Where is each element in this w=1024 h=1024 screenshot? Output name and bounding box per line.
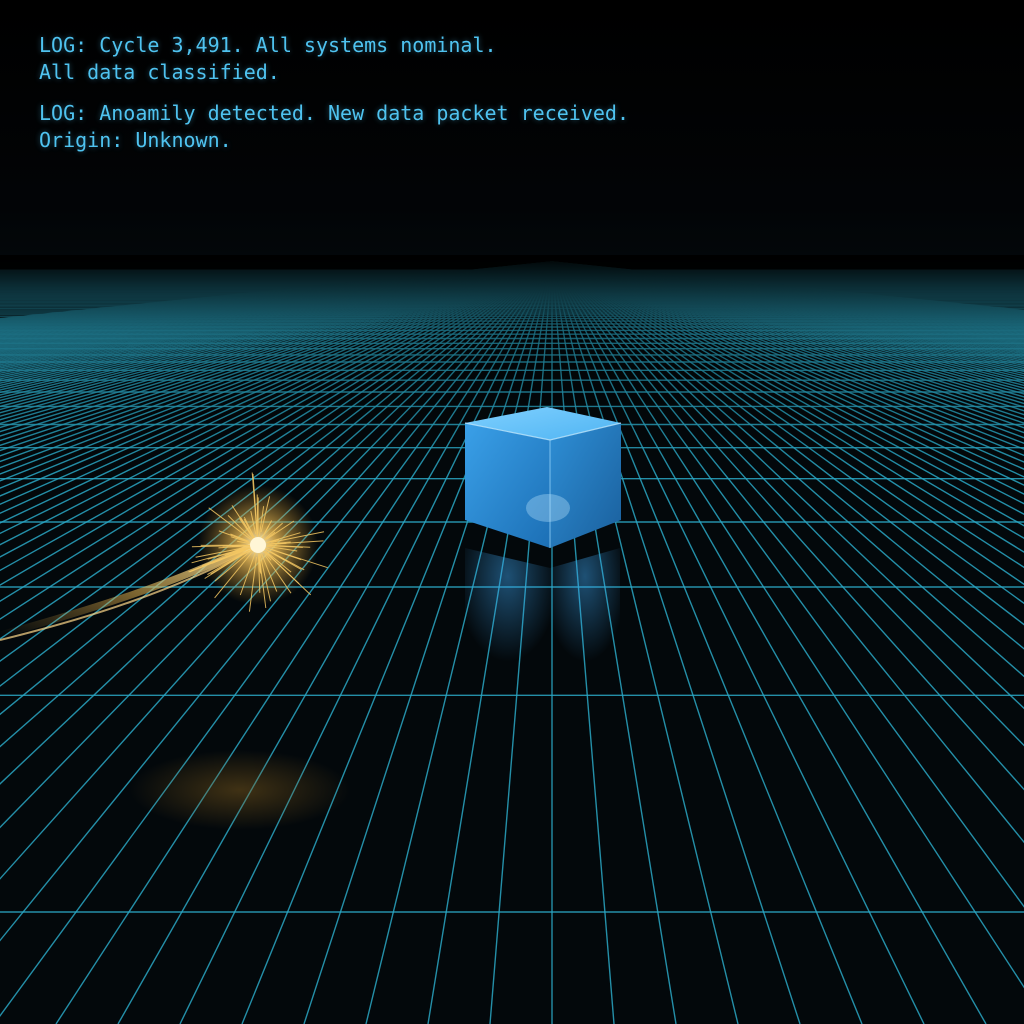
- log-entry: LOG: Anoamily detected. New data packet …: [39, 100, 739, 154]
- log-line: LOG: Anoamily detected. New data packet …: [39, 101, 630, 125]
- log-line: LOG: Cycle 3,491. All systems nominal.: [39, 33, 497, 57]
- log-entry: LOG: Cycle 3,491. All systems nominal. A…: [39, 32, 739, 86]
- log-line: All data classified.: [39, 60, 280, 84]
- spark-floor-reflection: [130, 750, 350, 830]
- data-cube-icon: [464, 407, 622, 548]
- system-log: LOG: Cycle 3,491. All systems nominal. A…: [39, 32, 739, 168]
- cube-reflection: [465, 548, 620, 690]
- scene: LOG: Cycle 3,491. All systems nominal. A…: [0, 0, 1024, 1024]
- log-line: Origin: Unknown.: [39, 128, 232, 152]
